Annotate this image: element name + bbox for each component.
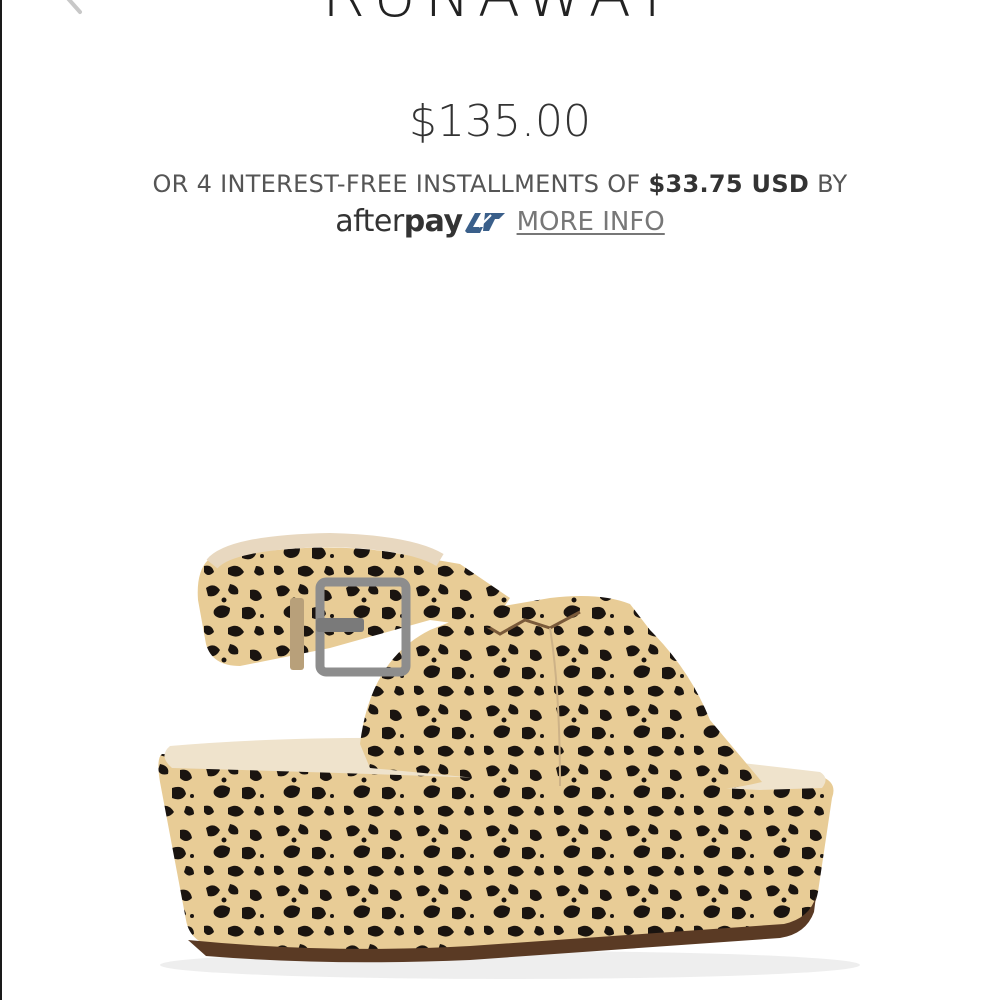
product-price: $135.00 (409, 96, 591, 147)
afterpay-arrows-icon (464, 212, 505, 233)
installments-suffix: BY (817, 170, 848, 198)
installments-text: OR 4 INTEREST-FREE INSTALLMENTS OF $33.7… (0, 168, 1000, 200)
afterpay-logo: after pay (335, 204, 506, 239)
afterpay-logo-pay: pay (403, 204, 463, 239)
afterpay-logo-after: after (335, 204, 404, 239)
afterpay-row: after pay MORE INFO (0, 204, 1000, 239)
installment-amount: $33.75 USD (648, 170, 810, 198)
installments-prefix: OR 4 INTEREST-FREE INSTALLMENTS OF (152, 170, 641, 198)
product-page: RUNAWAY $135.00 OR 4 INTEREST-FREE INSTA… (0, 0, 1000, 1000)
window-edge (0, 0, 2, 1000)
product-title: RUNAWAY (0, 0, 1000, 30)
product-image[interactable] (130, 520, 890, 990)
more-info-link[interactable]: MORE INFO (517, 207, 665, 237)
